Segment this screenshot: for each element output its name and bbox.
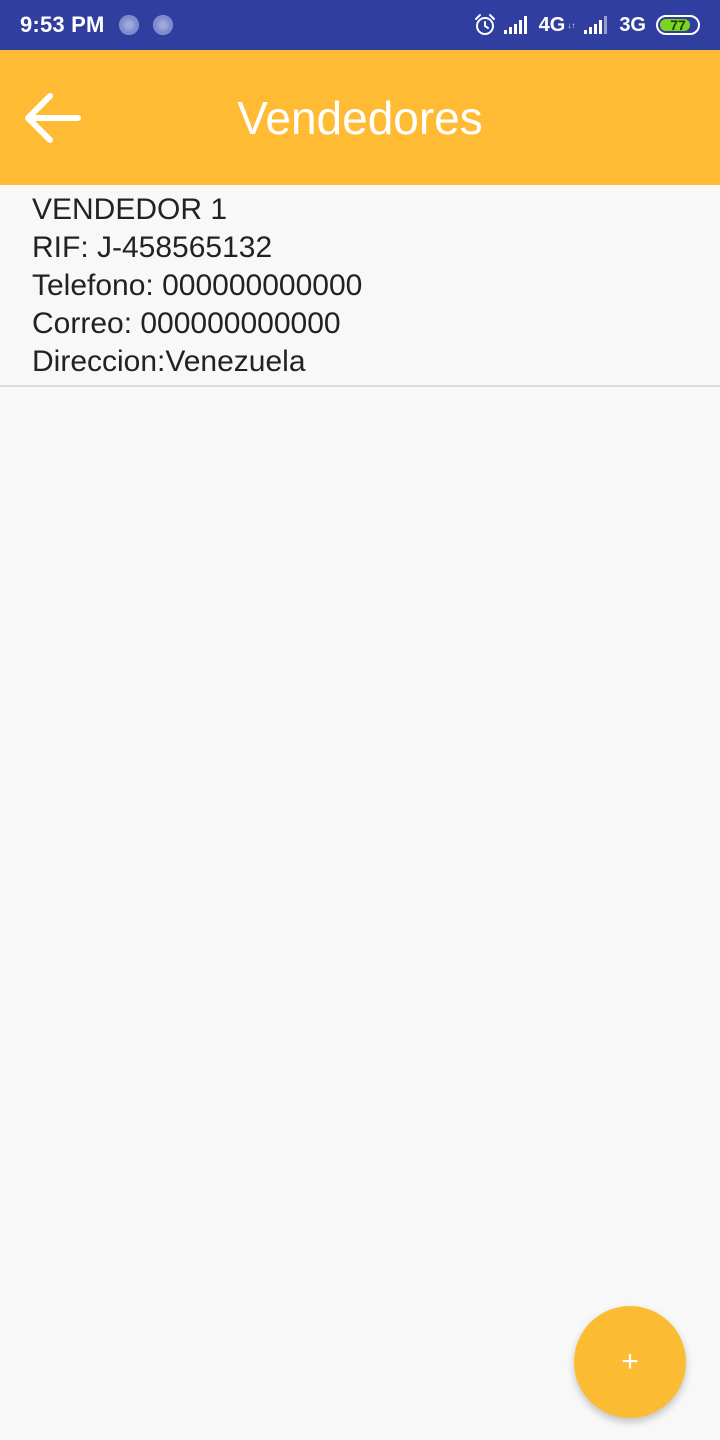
vendor-address: Direccion:Venezuela — [32, 345, 306, 378]
data-activity-indicator: ↓↑ — [567, 20, 576, 30]
signal-icon — [503, 16, 527, 34]
vendor-phone: Telefono: 000000000000 — [32, 269, 363, 302]
list-item[interactable]: VENDEDOR 1 RIF: J-458565132 Telefono: 00… — [0, 185, 720, 387]
add-vendor-button[interactable]: + — [574, 1306, 686, 1418]
vendor-email: Correo: 000000000000 — [32, 307, 341, 340]
network-type-1: 4G — [538, 13, 566, 36]
vendor-rif: RIF: J-458565132 — [32, 231, 273, 264]
vendor-name: VENDEDOR 1 — [32, 193, 228, 226]
notification-dot-icon — [118, 15, 139, 35]
battery-level: 77 — [670, 17, 686, 33]
signal-icon — [584, 16, 608, 34]
app-bar: Vendedores — [0, 50, 720, 185]
page-title: Vendedores — [237, 92, 483, 144]
status-indicators: 4G ↓↑ 3G 77 — [473, 13, 700, 37]
notification-dot-icon — [152, 15, 173, 35]
vendor-list: VENDEDOR 1 RIF: J-458565132 Telefono: 00… — [0, 185, 720, 387]
status-time: 9:53 PM — [20, 12, 105, 37]
alarm-icon — [474, 14, 495, 35]
status-bar: 9:53 PM 4G ↓↑ 3G 77 — [0, 0, 720, 50]
network-type-2: 3G — [619, 13, 646, 36]
battery-icon: 77 — [656, 15, 700, 35]
add-icon: + — [621, 1345, 639, 1378]
